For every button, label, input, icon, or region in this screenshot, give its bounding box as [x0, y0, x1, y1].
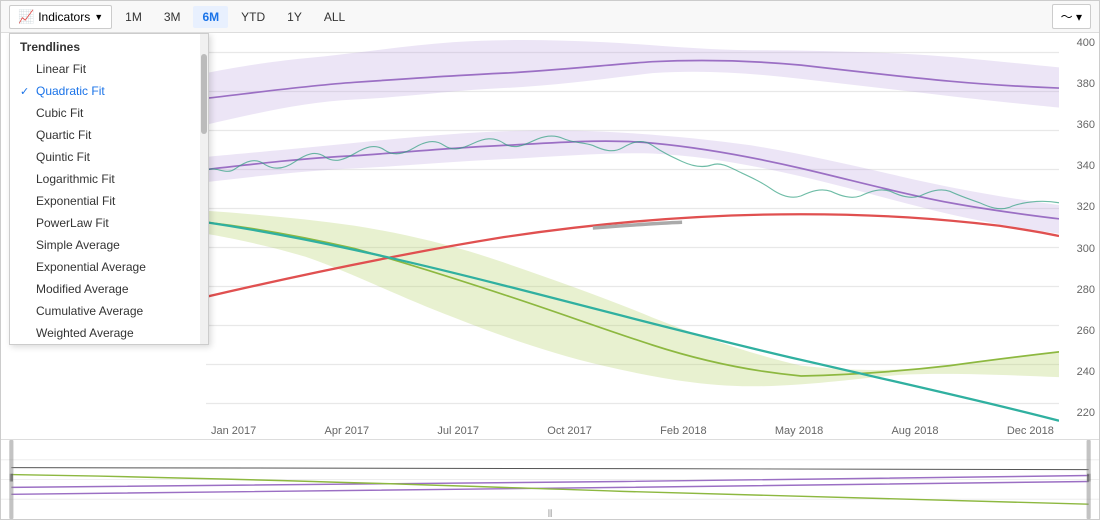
time-btn-3m[interactable]: 3M — [155, 6, 190, 28]
y-label-220: 220 — [1063, 407, 1095, 419]
indicators-button[interactable]: 📈 Indicators ▼ — [9, 5, 112, 29]
label-powerlaw-fit: PowerLaw Fit — [36, 216, 109, 230]
toolbar: 📈 Indicators ▼ 1M 3M 6M YTD 1Y ALL 〜 ▾ — [1, 1, 1099, 33]
label-linear-fit: Linear Fit — [36, 62, 86, 76]
check-quadratic-fit: ✓ — [20, 85, 32, 98]
main-area: Trendlines Linear Fit ✓ Quadratic Fit Cu… — [1, 33, 1099, 423]
dropdown-item-simple-average[interactable]: Simple Average — [10, 234, 208, 256]
y-label-380: 380 — [1063, 78, 1095, 90]
dropdown-scrollbar[interactable] — [200, 34, 208, 344]
time-btn-1m[interactable]: 1M — [116, 6, 151, 28]
app-container: 📈 Indicators ▼ 1M 3M 6M YTD 1Y ALL 〜 ▾ T… — [0, 0, 1100, 520]
label-logarithmic-fit: Logarithmic Fit — [36, 172, 115, 186]
dropdown-header: Trendlines — [10, 34, 208, 58]
svg-text:⦀: ⦀ — [9, 474, 14, 485]
label-exponential-fit: Exponential Fit — [36, 194, 115, 208]
time-btn-6m[interactable]: 6M — [193, 6, 228, 28]
label-simple-average: Simple Average — [36, 238, 120, 252]
y-label-360: 360 — [1063, 119, 1095, 131]
dropdown-item-powerlaw-fit[interactable]: PowerLaw Fit — [10, 212, 208, 234]
y-label-320: 320 — [1063, 201, 1095, 213]
x-label-aug2018: Aug 2018 — [891, 425, 938, 437]
y-label-240: 240 — [1063, 366, 1095, 378]
mini-chart: ⦀ ⦀ ⦀ — [1, 439, 1099, 519]
dropdown-item-modified-average[interactable]: Modified Average — [10, 278, 208, 300]
mini-chart-svg: ⦀ ⦀ ⦀ — [1, 440, 1099, 519]
dropdown-arrow-icon: ▼ — [94, 12, 103, 22]
dropdown-item-quadratic-fit[interactable]: ✓ Quadratic Fit — [10, 80, 208, 102]
chart-type-label: 〜 ▾ — [1061, 8, 1082, 25]
label-cubic-fit: Cubic Fit — [36, 106, 83, 120]
dropdown-item-cubic-fit[interactable]: Cubic Fit — [10, 102, 208, 124]
dropdown-item-logarithmic-fit[interactable]: Logarithmic Fit — [10, 168, 208, 190]
main-chart — [206, 33, 1059, 423]
chart-row: Trendlines Linear Fit ✓ Quadratic Fit Cu… — [1, 33, 1099, 423]
dropdown-item-exponential-average[interactable]: Exponential Average — [10, 256, 208, 278]
svg-text:⦀: ⦀ — [1086, 474, 1091, 485]
dropdown-item-linear-fit[interactable]: Linear Fit — [10, 58, 208, 80]
label-quadratic-fit: Quadratic Fit — [36, 84, 105, 98]
dropdown-item-weighted-average[interactable]: Weighted Average — [10, 322, 208, 344]
label-modified-average: Modified Average — [36, 282, 129, 296]
y-label-340: 340 — [1063, 160, 1095, 172]
label-cumulative-average: Cumulative Average — [36, 304, 143, 318]
label-exponential-average: Exponential Average — [36, 260, 146, 274]
y-axis: 400 380 360 340 320 300 280 260 240 220 — [1059, 33, 1099, 423]
x-label-dec2018: Dec 2018 — [1007, 425, 1054, 437]
scrollbar-thumb — [201, 54, 207, 134]
dropdown-item-cumulative-average[interactable]: Cumulative Average — [10, 300, 208, 322]
x-label-feb2018: Feb 2018 — [660, 425, 706, 437]
trendlines-dropdown: Trendlines Linear Fit ✓ Quadratic Fit Cu… — [9, 33, 209, 345]
y-label-300: 300 — [1063, 243, 1095, 255]
svg-text:⦀: ⦀ — [548, 509, 553, 519]
label-weighted-average: Weighted Average — [36, 326, 134, 340]
chart-type-button[interactable]: 〜 ▾ — [1052, 4, 1091, 29]
y-label-280: 280 — [1063, 284, 1095, 296]
x-label-may2018: May 2018 — [775, 425, 823, 437]
dropdown-item-quartic-fit[interactable]: Quartic Fit — [10, 124, 208, 146]
label-quartic-fit: Quartic Fit — [36, 128, 91, 142]
time-btn-1y[interactable]: 1Y — [278, 6, 311, 28]
x-label-jan2017: Jan 2017 — [211, 425, 256, 437]
indicators-label: Indicators — [38, 10, 90, 24]
x-label-jul2017: Jul 2017 — [437, 425, 479, 437]
x-axis: Jan 2017 Apr 2017 Jul 2017 Oct 2017 Feb … — [1, 423, 1099, 439]
y-label-260: 260 — [1063, 325, 1095, 337]
label-quintic-fit: Quintic Fit — [36, 150, 90, 164]
x-label-oct2017: Oct 2017 — [547, 425, 592, 437]
time-btn-all[interactable]: ALL — [315, 6, 354, 28]
x-label-apr2017: Apr 2017 — [325, 425, 370, 437]
dropdown-item-exponential-fit[interactable]: Exponential Fit — [10, 190, 208, 212]
chart-icon: 📈 — [18, 9, 34, 25]
time-btn-ytd[interactable]: YTD — [232, 6, 274, 28]
dropdown-item-quintic-fit[interactable]: Quintic Fit — [10, 146, 208, 168]
chart-container: Trendlines Linear Fit ✓ Quadratic Fit Cu… — [1, 33, 1099, 519]
y-label-400: 400 — [1063, 37, 1095, 49]
